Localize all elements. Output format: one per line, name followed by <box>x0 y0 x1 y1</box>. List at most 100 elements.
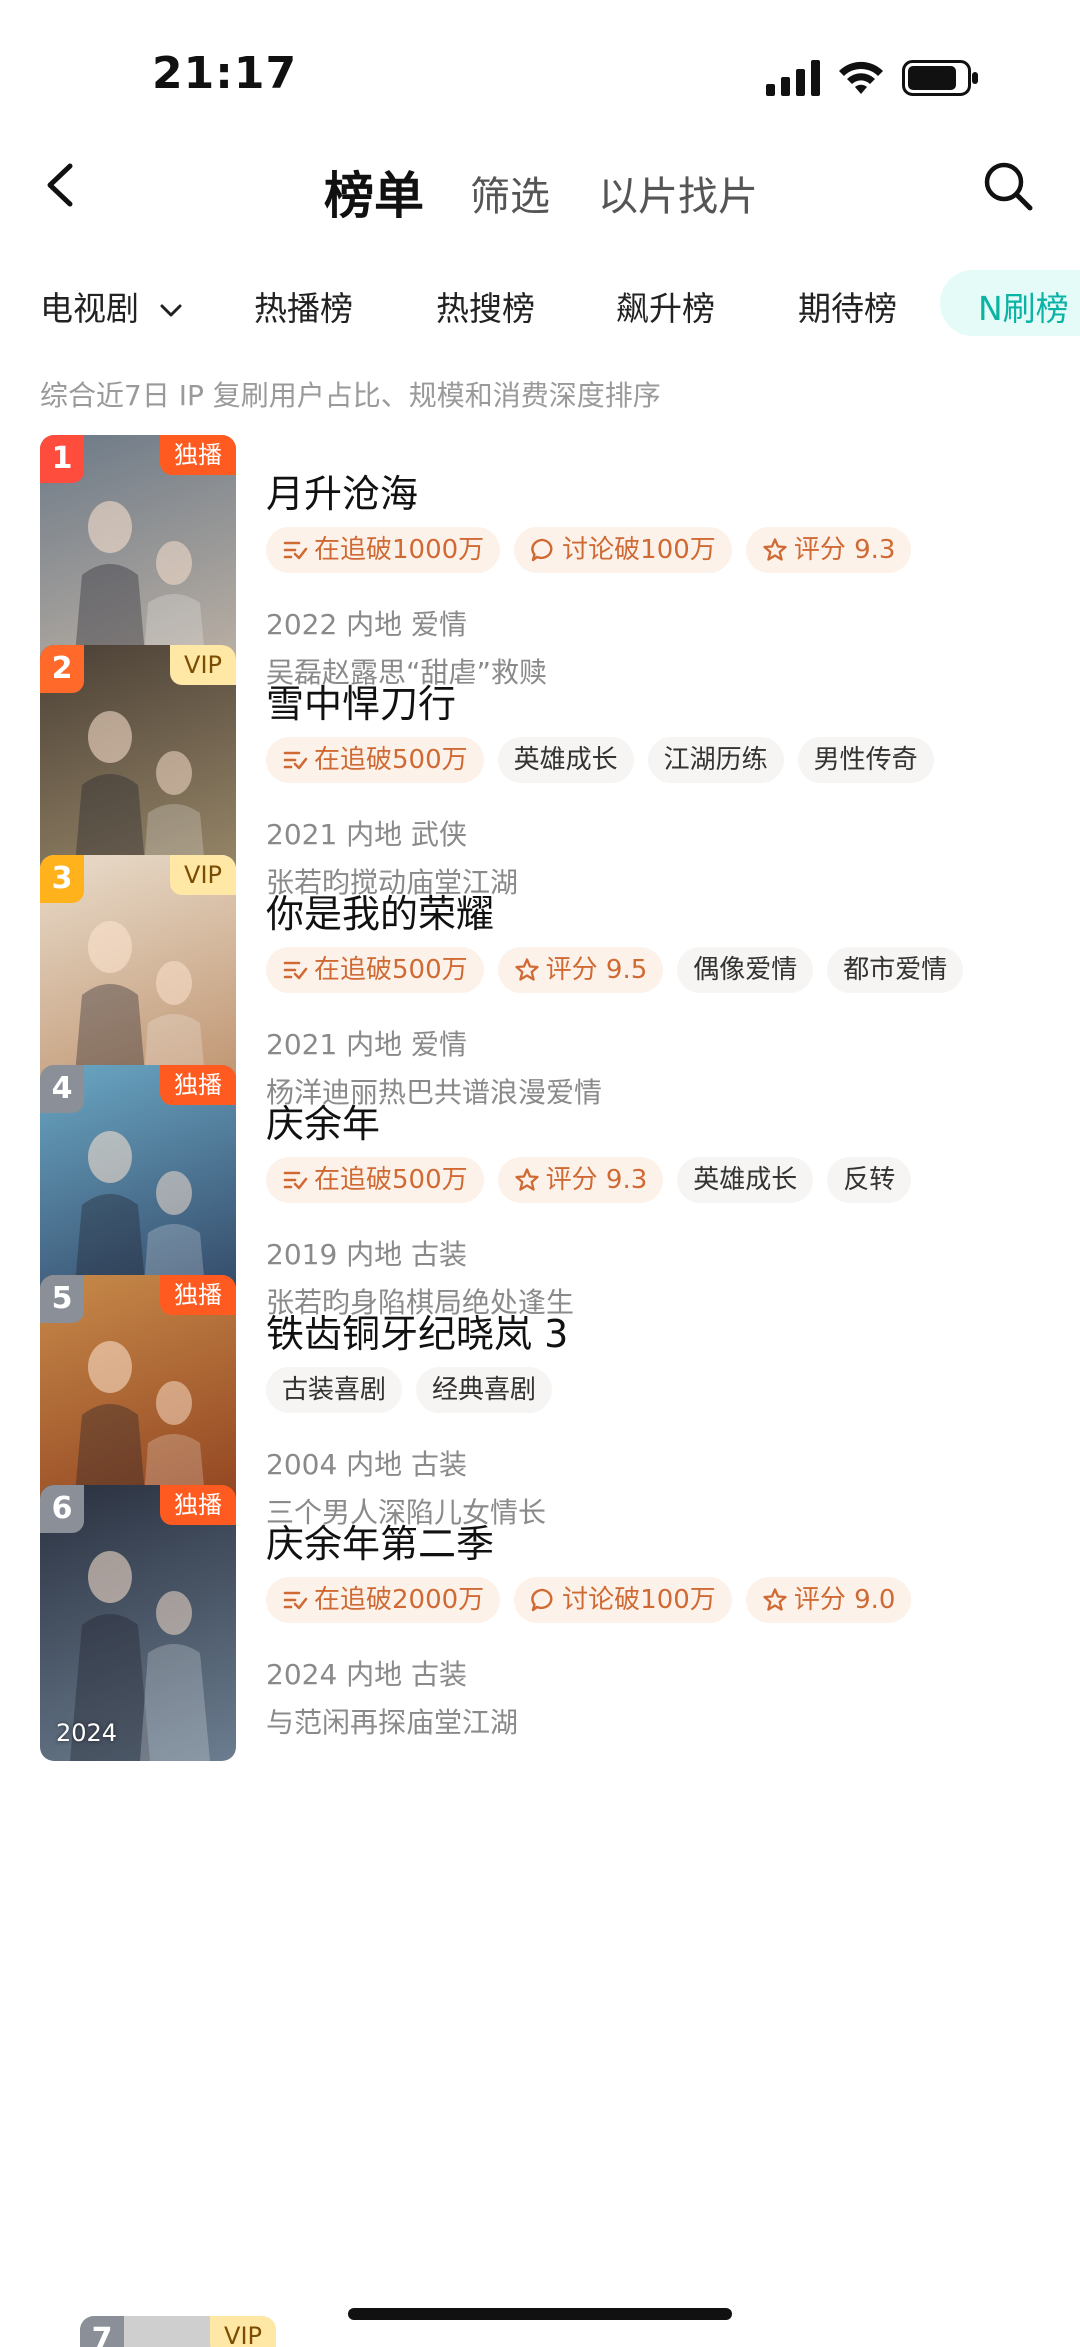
genre-tag: 男性传奇 <box>797 737 934 783</box>
tab-rankings[interactable]: 榜单 <box>324 156 424 228</box>
stat-tag: 在追破500万 <box>266 737 484 783</box>
tag-label: 在追破2000万 <box>314 1585 485 1615</box>
tag-label: 男性传奇 <box>813 745 918 775</box>
tag-label: 在追破500万 <box>314 955 468 985</box>
back-arrow-icon[interactable] <box>40 160 80 210</box>
home-indicator <box>348 2308 732 2320</box>
tag-label: 评分 9.3 <box>545 1165 648 1195</box>
tab-filter[interactable]: 筛选 <box>470 164 550 222</box>
show-meta: 2021 内地 武侠 <box>266 818 468 851</box>
exclusive-badge: 独播 <box>160 435 236 475</box>
stat-tag: 评分 9.0 <box>745 1577 912 1623</box>
show-title[interactable]: 雪中悍刀行 <box>266 673 456 728</box>
tag-label: 反转 <box>843 1165 896 1195</box>
show-title[interactable]: 铁齿铜牙纪晓岚 3 <box>266 1303 568 1358</box>
show-meta: 2024 内地 古装 <box>266 1658 468 1691</box>
tab-hot-play[interactable]: 热播榜 <box>254 282 353 330</box>
list-item[interactable]: 6 独播 2024 庆余年第二季在追破2000万 讨论破100万 评分 9.0 2024 内… <box>0 1485 1080 1775</box>
show-meta: 2004 内地 古装 <box>266 1448 468 1481</box>
tag-list: 在追破500万 英雄成长 江湖历练 男性传奇 <box>266 737 934 785</box>
follow-icon <box>283 961 308 980</box>
show-title[interactable]: 你是我的荣耀 <box>266 883 494 938</box>
tag-label: 讨论破100万 <box>562 535 716 565</box>
tag-list: 在追破1000万 讨论破100万 评分 9.3 <box>266 527 912 575</box>
show-title[interactable]: 月升沧海 <box>266 463 418 518</box>
poster-partial: 7 VIP <box>80 2316 276 2347</box>
star-icon <box>514 958 539 981</box>
poster-thumbnail[interactable]: 6 独播 2024 <box>40 1485 236 1761</box>
cellular-signal-icon <box>766 60 820 96</box>
rank-badge: 5 <box>40 1275 84 1323</box>
tag-label: 在追破500万 <box>314 745 468 775</box>
vip-badge: VIP <box>170 645 236 685</box>
show-meta: 2022 内地 爱情 <box>266 608 468 641</box>
exclusive-badge: 独播 <box>160 1065 236 1105</box>
tag-label: 评分 9.3 <box>793 535 896 565</box>
stat-tag: 在追破2000万 <box>266 1577 501 1623</box>
category-dropdown-label: 电视剧 <box>40 289 139 328</box>
tag-label: 评分 9.0 <box>793 1585 896 1615</box>
rank-badge: 1 <box>40 435 84 483</box>
tag-label: 英雄成长 <box>693 1165 798 1195</box>
genre-tag: 英雄成长 <box>497 737 634 783</box>
tab-hot-search[interactable]: 热搜榜 <box>436 282 535 330</box>
status-bar: 21:17 <box>0 0 1080 150</box>
show-title[interactable]: 庆余年 <box>266 1093 380 1148</box>
tag-label: 古装喜剧 <box>282 1375 387 1405</box>
genre-tag: 偶像爱情 <box>677 947 814 993</box>
show-title[interactable]: 庆余年第二季 <box>266 1513 494 1568</box>
genre-tag: 都市爱情 <box>827 947 964 993</box>
rank-badge: 7 <box>80 2316 124 2347</box>
show-tagline: 与范闲再探庙堂江湖 <box>266 1706 519 1739</box>
follow-icon <box>283 541 308 560</box>
star-icon <box>763 1588 787 1611</box>
tab-find-by-clip[interactable]: 以片找片 <box>598 164 758 222</box>
tag-label: 偶像爱情 <box>693 955 798 985</box>
chevron-down-icon <box>160 304 181 316</box>
genre-tag: 江湖历练 <box>647 737 784 783</box>
genre-tag: 英雄成长 <box>677 1157 814 1203</box>
tag-label: 评分 9.5 <box>545 955 648 985</box>
tag-list: 古装喜剧 经典喜剧 <box>266 1367 553 1415</box>
tag-label: 讨论破100万 <box>562 1585 716 1615</box>
tag-label: 经典喜剧 <box>432 1375 537 1405</box>
show-meta: 2019 内地 古装 <box>266 1238 468 1271</box>
stat-tag: 评分 9.3 <box>745 527 912 573</box>
show-meta: 2021 内地 爱情 <box>266 1028 468 1061</box>
ranking-description: 综合近7日 IP 复刷用户占比、规模和消费深度排序 <box>40 379 661 412</box>
list-item-partial[interactable]: 7 VIP <box>40 2316 276 2347</box>
vip-badge: VIP <box>170 855 236 895</box>
tab-rising[interactable]: 飙升榜 <box>616 282 715 330</box>
comment-icon <box>531 1588 553 1612</box>
tag-list: 在追破500万 评分 9.5 偶像爱情 都市爱情 <box>266 947 964 995</box>
tag-label: 英雄成长 <box>513 745 618 775</box>
exclusive-badge: 独播 <box>160 1485 236 1525</box>
tag-label: 在追破500万 <box>314 1165 468 1195</box>
rank-badge: 3 <box>40 855 84 903</box>
tag-list: 在追破2000万 讨论破100万 评分 9.0 <box>266 1577 912 1625</box>
rank-badge: 4 <box>40 1065 84 1113</box>
follow-icon <box>283 1171 308 1190</box>
rank-badge: 2 <box>40 645 84 693</box>
stat-tag: 评分 9.3 <box>497 1157 664 1203</box>
stat-tag: 讨论破100万 <box>514 527 732 573</box>
search-icon[interactable] <box>982 160 1034 212</box>
vip-badge: VIP <box>210 2316 276 2347</box>
tab-anticipated[interactable]: 期待榜 <box>798 282 897 330</box>
genre-tag: 反转 <box>827 1157 912 1203</box>
wifi-icon <box>839 61 883 94</box>
star-icon <box>763 538 787 561</box>
stat-tag: 讨论破100万 <box>514 1577 732 1623</box>
tab-rewatch-label: N刷榜 <box>978 289 1069 328</box>
status-time: 21:17 <box>152 48 298 99</box>
poster-year: 2024 <box>56 1719 118 1747</box>
comment-icon <box>531 538 553 562</box>
stat-tag: 在追破500万 <box>266 1157 484 1203</box>
battery-icon <box>902 60 978 96</box>
category-dropdown[interactable]: 电视剧 <box>40 282 182 330</box>
exclusive-badge: 独播 <box>160 1275 236 1315</box>
genre-tag: 古装喜剧 <box>266 1367 403 1413</box>
tag-list: 在追破500万 评分 9.3 英雄成长 反转 <box>266 1157 912 1205</box>
stat-tag: 在追破1000万 <box>266 527 501 573</box>
rank-badge: 6 <box>40 1485 84 1533</box>
